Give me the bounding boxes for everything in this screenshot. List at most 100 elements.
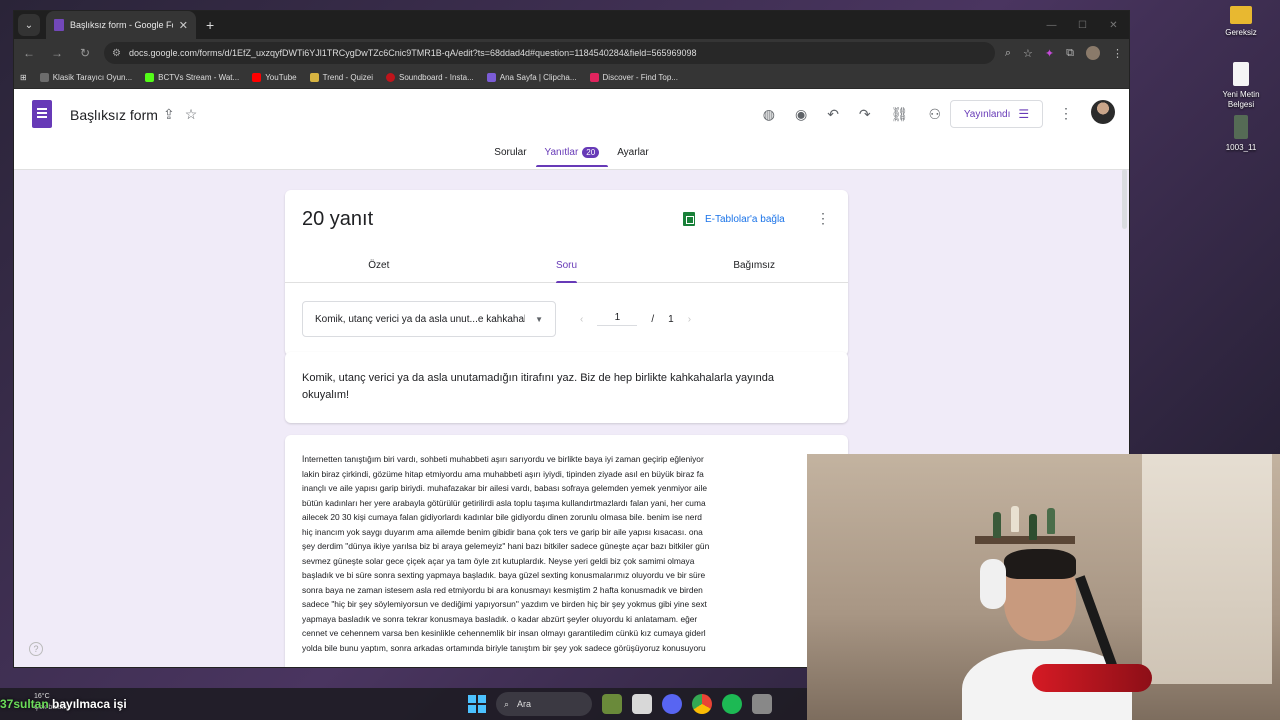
- tab-question[interactable]: Soru: [473, 252, 661, 283]
- question-dropdown[interactable]: Komik, utanç verici ya da asla unut...e …: [302, 301, 556, 337]
- bookmark-item[interactable]: Discover - Find Top...: [589, 73, 678, 82]
- help-icon[interactable]: ?: [29, 642, 43, 656]
- headset-icon: [980, 559, 1006, 609]
- current-question-input[interactable]: 1: [597, 312, 638, 326]
- new-tab-button[interactable]: +: [206, 17, 214, 33]
- profile-avatar[interactable]: [1086, 46, 1100, 60]
- star-icon[interactable]: ☆: [185, 106, 198, 123]
- minimize-button[interactable]: —: [1036, 11, 1067, 39]
- responses-menu-icon[interactable]: ⋮: [816, 210, 830, 227]
- response-count-heading: 20 yanıt: [302, 208, 374, 230]
- account-avatar[interactable]: [1091, 100, 1115, 124]
- forms-header: Başlıksız form ⇪ ☆ ◍ ◉ ↶ ↷ ⛓ ⚇ Yayınland…: [14, 89, 1129, 170]
- file-explorer-icon[interactable]: [632, 694, 652, 714]
- address-toolbar: ← → ↻ ⚙ docs.google.com/forms/d/1EfZ_uxz…: [14, 39, 1129, 67]
- address-bar[interactable]: ⚙ docs.google.com/forms/d/1EfZ_uxzqyfDWT…: [104, 42, 995, 64]
- apps-grid-icon[interactable]: ⊞: [20, 73, 27, 82]
- palette-icon[interactable]: ◍: [763, 106, 775, 123]
- bookmark-favicon-icon: [309, 73, 319, 82]
- taskbar-app-icon[interactable]: [752, 694, 772, 714]
- page-scrollbar[interactable]: [1122, 169, 1127, 229]
- site-info-icon[interactable]: ⚙: [112, 48, 121, 59]
- tab-questions[interactable]: Sorular: [485, 141, 535, 167]
- desktop-icon-folder[interactable]: Gereksiz: [1211, 6, 1271, 38]
- answer-line: şey derdim "dünya ikiye yarılsa biz bi a…: [302, 541, 710, 551]
- bookmark-favicon-icon: [39, 73, 49, 82]
- taskbar-app-icon[interactable]: [602, 694, 622, 714]
- published-button[interactable]: Yayınlandı ☰: [950, 100, 1043, 128]
- responses-card: 20 yanıt E-Tablolar'a bağla ⋮ Özet Soru …: [285, 190, 848, 356]
- bookmark-item[interactable]: Klasik Tarayıcı Oyun...: [39, 73, 132, 82]
- preview-eye-icon[interactable]: ◉: [795, 106, 807, 123]
- tab-search-button[interactable]: ⌄: [18, 14, 40, 36]
- windows-start-icon[interactable]: [468, 695, 486, 713]
- answer-line: hiç inancım yok saygı duyarım ama ailemd…: [302, 526, 703, 537]
- reload-button[interactable]: ↻: [76, 46, 94, 60]
- bookmark-item[interactable]: YouTube: [252, 73, 297, 82]
- microphone-icon: [1032, 664, 1152, 692]
- undo-icon[interactable]: ↶: [827, 106, 839, 123]
- stream-overlay-text: 37sultan bayılmaca işi: [0, 697, 127, 711]
- close-window-button[interactable]: ✕: [1098, 11, 1129, 39]
- bookmark-item[interactable]: Soundboard - Insta...: [386, 73, 474, 82]
- answer-line: sonra baya ne zaman istesem asla red etm…: [302, 584, 703, 595]
- answer-line: cennet ve cehennem varsa ben kesinlikle …: [302, 628, 706, 638]
- bookmarks-bar: ⊞ Klasik Tarayıcı Oyun... BCTVs Stream -…: [14, 67, 1129, 89]
- answer-line: yapmaya basladık ve sonra tekrar konusma…: [302, 613, 698, 624]
- answer-line: ailecek 20 30 kişi cumaya falan gidiyorl…: [302, 512, 702, 522]
- answer-line: inançlı ve aile yapısı garip biriydi. mu…: [302, 483, 707, 493]
- more-options-icon[interactable]: ⋮: [1059, 105, 1073, 122]
- desktop-icon-video[interactable]: 1003_11: [1211, 115, 1271, 153]
- spotify-icon[interactable]: [722, 694, 742, 714]
- sheets-icon: [683, 212, 695, 226]
- text-file-icon: [1233, 62, 1249, 86]
- tab-responses[interactable]: Yanıtlar 20: [535, 141, 609, 167]
- webcam-shelf: [975, 536, 1075, 544]
- desktop-icon-text-file[interactable]: Yeni Metin Belgesi: [1211, 62, 1271, 110]
- bookmark-item[interactable]: Trend - Quizei: [309, 73, 373, 82]
- title-actions: ⇪ ☆: [163, 106, 197, 123]
- forward-button[interactable]: →: [48, 46, 66, 60]
- redo-icon[interactable]: ↷: [859, 106, 871, 123]
- bookmark-item[interactable]: Ana Sayfa | Clipcha...: [486, 73, 577, 82]
- tab-settings[interactable]: Ayarlar: [608, 141, 658, 167]
- tab-summary[interactable]: Özet: [285, 252, 473, 282]
- discord-icon[interactable]: [662, 694, 682, 714]
- browser-tab-forms[interactable]: Başlıksız form - Google Formlar ✕: [46, 11, 196, 39]
- youtube-icon: [252, 73, 262, 82]
- taskbar-search[interactable]: ⌕ Ara: [496, 692, 592, 716]
- forms-logo-icon[interactable]: [32, 100, 52, 128]
- form-title[interactable]: Başlıksız form: [70, 107, 158, 123]
- link-icon[interactable]: ⛓: [891, 106, 909, 123]
- add-collaborator-icon[interactable]: ⚇: [928, 106, 941, 123]
- link-to-sheets-button[interactable]: E-Tablolar'a bağla: [683, 212, 785, 226]
- toolbar-actions: ⌕ ☆ ✦ ⧉ ⋮: [1005, 46, 1123, 60]
- tune-icon: ☰: [1018, 107, 1030, 121]
- desktop-icons: Gereksiz Yeni Metin Belgesi 1003_11: [1130, 0, 1280, 180]
- tab-individual[interactable]: Bağımsız: [660, 252, 848, 282]
- search-icon: ⌕: [504, 698, 510, 709]
- url-text: docs.google.com/forms/d/1EfZ_uxzqyfDWTi6…: [128, 48, 697, 58]
- maximize-button[interactable]: ☐: [1067, 11, 1098, 39]
- close-tab-icon[interactable]: ✕: [179, 19, 188, 32]
- dropdown-caret-icon: ▼: [535, 314, 543, 324]
- response-view-tabs: Özet Soru Bağımsız: [285, 252, 848, 283]
- zoom-icon[interactable]: ⌕: [1005, 47, 1011, 60]
- next-question-icon[interactable]: ›: [688, 314, 691, 325]
- browser-menu-icon[interactable]: ⋮: [1112, 47, 1123, 60]
- folder-icon: [1230, 6, 1252, 24]
- answer-line: bütün kadınları her yere arabayla götürü…: [302, 497, 706, 508]
- extensions-puzzle-icon[interactable]: ⧉: [1066, 47, 1074, 60]
- answer-line: sevmez güneşte solar gece çiçek açar ya …: [302, 555, 695, 566]
- extension-icon[interactable]: ✦: [1045, 47, 1054, 60]
- bookmark-item[interactable]: BCTVs Stream - Wat...: [145, 73, 239, 82]
- taskbar-center: ⌕ Ara: [468, 692, 772, 716]
- back-button[interactable]: ←: [20, 46, 38, 60]
- bookmark-favicon-icon: [386, 73, 396, 82]
- webcam-person-hair: [1004, 549, 1076, 579]
- bookmark-star-icon[interactable]: ☆: [1023, 47, 1033, 60]
- chrome-icon[interactable]: [692, 694, 712, 714]
- video-file-icon: [1234, 115, 1248, 139]
- move-to-folder-icon[interactable]: ⇪: [163, 106, 175, 123]
- previous-question-icon[interactable]: ‹: [580, 314, 583, 325]
